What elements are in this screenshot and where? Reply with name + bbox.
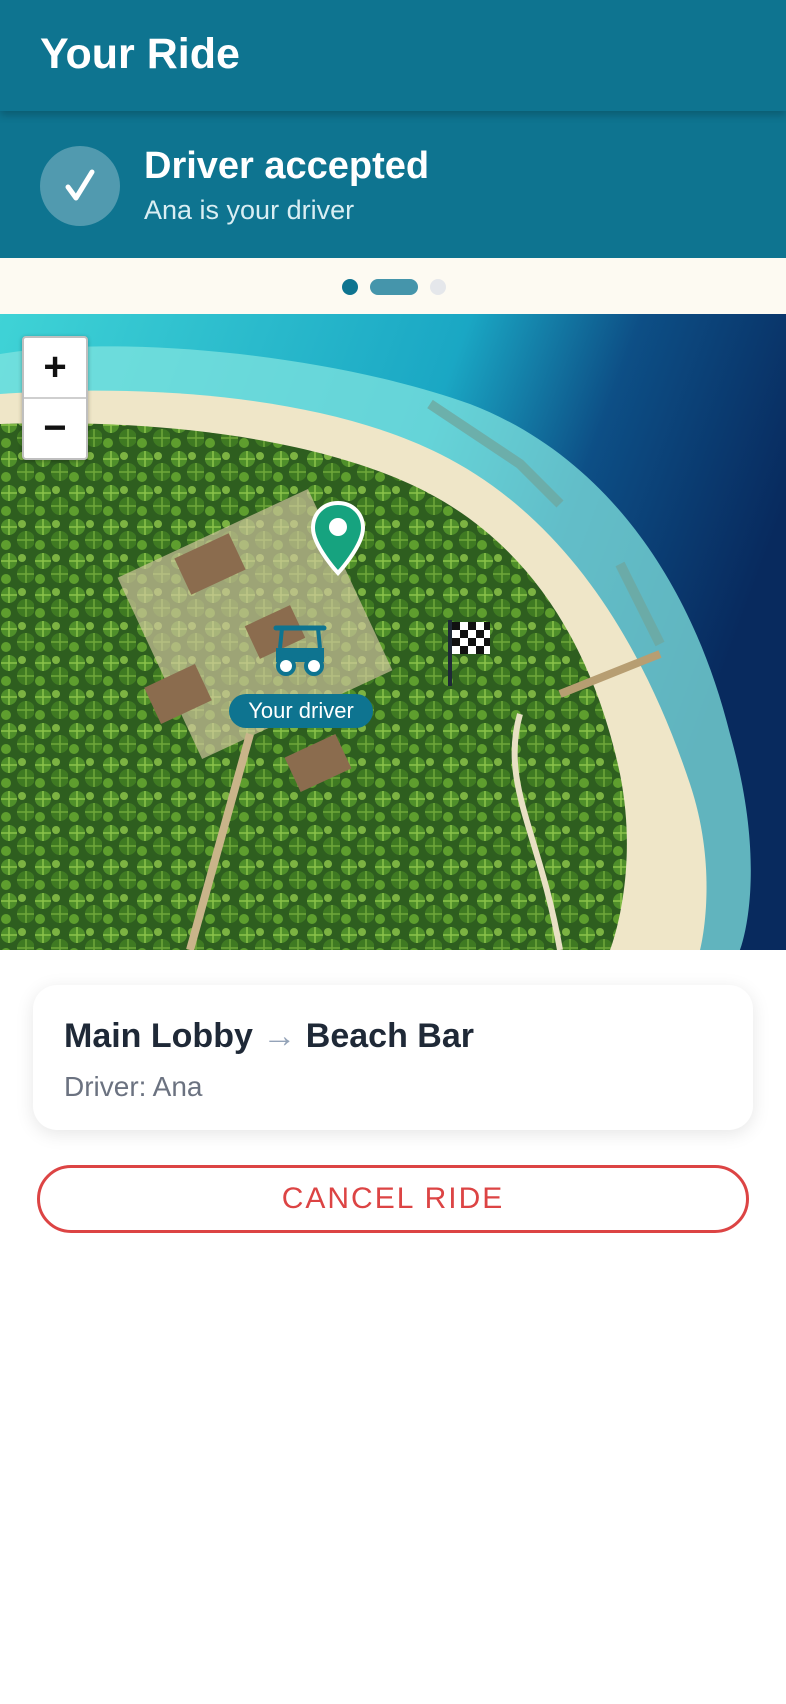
progress-dot-3 xyxy=(430,279,446,295)
zoom-in-button[interactable]: + xyxy=(24,338,86,399)
status-title: Driver accepted xyxy=(144,145,430,187)
cancel-ride-button[interactable]: CANCEL RIDE xyxy=(37,1165,749,1233)
map-pin-icon[interactable] xyxy=(310,500,366,578)
ride-summary-card: Main Lobby → Beach Bar Driver: Ana xyxy=(33,985,753,1130)
checkered-flag-icon[interactable] xyxy=(446,618,492,688)
status-subtitle: Ana is your driver xyxy=(144,195,355,225)
zoom-out-button[interactable]: − xyxy=(24,399,86,458)
app-header: Your Ride xyxy=(0,0,786,111)
map-view[interactable]: + − Your driver xyxy=(0,314,786,950)
driver-name: Driver: Ana xyxy=(64,1071,203,1102)
island-map xyxy=(0,314,786,950)
driver-map-label: Your driver xyxy=(229,694,373,728)
progress-dot-1 xyxy=(342,279,358,295)
route-text: Main Lobby → Beach Bar xyxy=(64,1017,474,1056)
check-icon xyxy=(40,146,120,226)
zoom-control: + − xyxy=(22,336,88,460)
route-from: Main Lobby xyxy=(64,1017,253,1055)
progress-dot-2 xyxy=(370,279,418,295)
golf-cart-icon[interactable] xyxy=(272,624,328,676)
page-title: Your Ride xyxy=(40,30,240,78)
progress-dots xyxy=(0,258,786,314)
status-banner: Driver accepted Ana is your driver xyxy=(0,111,786,258)
route-to: Beach Bar xyxy=(305,1017,474,1055)
arrow-right-icon: → xyxy=(262,1017,297,1055)
